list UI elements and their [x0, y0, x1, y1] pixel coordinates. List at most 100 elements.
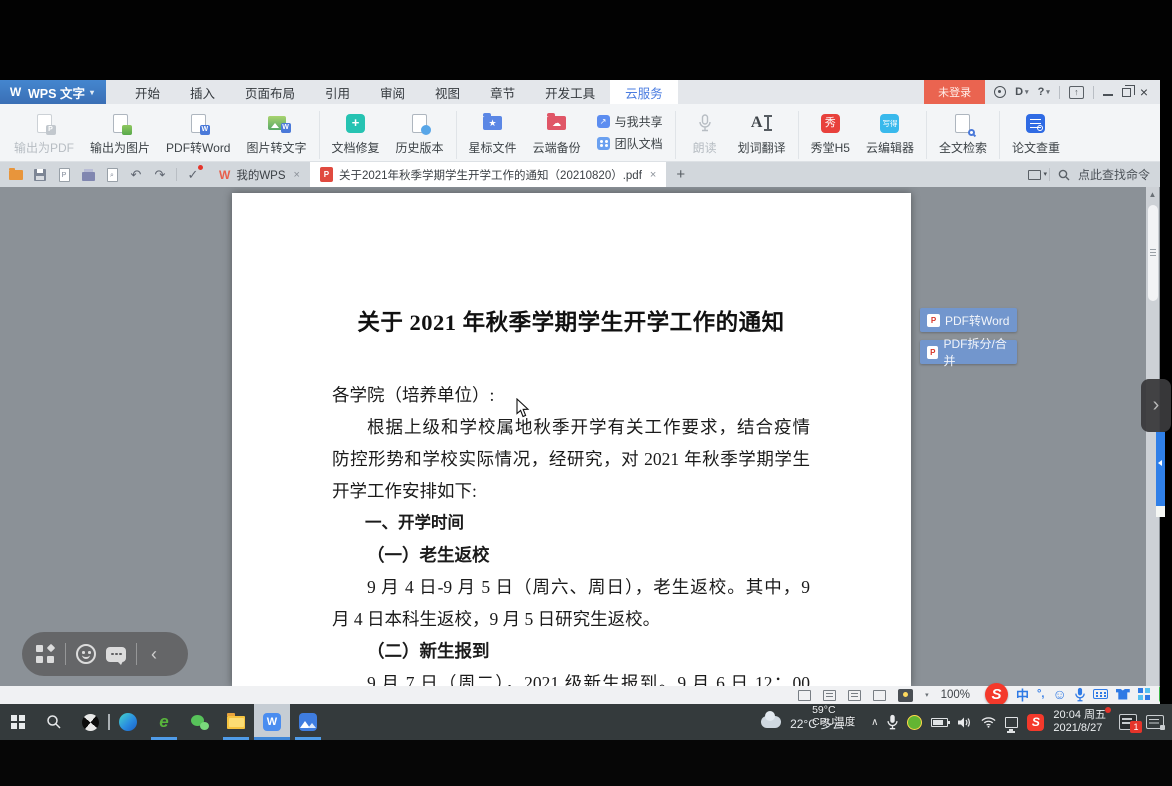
menu-tab-insert[interactable]: 插入: [175, 80, 230, 104]
display-icon[interactable]: [1005, 717, 1018, 728]
menu-tab-view[interactable]: 视图: [420, 80, 475, 104]
new-tab-button[interactable]: +: [666, 162, 695, 187]
export-pdf-quick-icon[interactable]: P: [56, 167, 72, 183]
action-center-icon[interactable]: [1146, 715, 1164, 729]
panel-collapse-button[interactable]: ›: [1141, 379, 1171, 432]
fit-page-icon[interactable]: [798, 690, 811, 701]
read-mode-icon[interactable]: [823, 690, 836, 701]
doc-heading: （二）新生报到: [332, 635, 810, 667]
page-layout-icon[interactable]: [873, 690, 886, 701]
taskbar-search-icon[interactable]: [36, 704, 72, 740]
menu-tab-page-layout[interactable]: 页面布局: [230, 80, 310, 104]
minimize-button[interactable]: [1103, 94, 1113, 96]
ribbon-doc-repair[interactable]: 文档修复: [324, 109, 388, 156]
help-button[interactable]: ?▾: [1038, 86, 1050, 98]
ribbon-starred-files[interactable]: 星标文件: [461, 109, 525, 156]
wps-app-menu[interactable]: WPS 文字 ▾: [0, 80, 106, 104]
find-command[interactable]: 点此查找命令: [1078, 166, 1150, 183]
theme-skin-button[interactable]: D▾: [1015, 86, 1028, 98]
document-tab-bar: P ⌕ ↶ ↷ ✓ W 我的WPS × 关于2021年秋季学期学生开学工作的通知…: [0, 162, 1160, 187]
edge-scroll-indicator[interactable]: [1156, 432, 1165, 506]
tab-my-wps[interactable]: W 我的WPS ×: [209, 162, 310, 187]
skin-icon[interactable]: [1116, 689, 1130, 700]
upload-icon[interactable]: ↑: [1069, 86, 1084, 99]
ribbon-full-text-search[interactable]: 全文检索: [931, 109, 995, 156]
ribbon-export-pdf[interactable]: 输出为PDF: [6, 109, 82, 156]
save-icon[interactable]: [32, 167, 48, 183]
print-icon[interactable]: [80, 167, 96, 183]
ribbon-team-docs[interactable]: 团队文档: [597, 135, 663, 152]
edge-browser-icon[interactable]: [110, 704, 146, 740]
ime-punctuation-toggle[interactable]: °,: [1037, 688, 1044, 700]
doc-line: 各学院（培养单位）:: [332, 379, 810, 411]
chat-bubble-icon[interactable]: [106, 647, 126, 662]
ink-cursor-icon[interactable]: ✓: [185, 167, 201, 183]
tray-microphone-icon[interactable]: [887, 714, 898, 730]
apps-grid-icon[interactable]: [36, 645, 55, 664]
ribbon-pdf-to-word[interactable]: PDF转Word: [158, 109, 238, 156]
voice-input-icon[interactable]: [1075, 687, 1085, 702]
emoji-icon[interactable]: ☺: [1052, 686, 1066, 702]
360-browser-icon[interactable]: e: [146, 704, 182, 740]
mountain-app-icon[interactable]: [290, 704, 326, 740]
hidden-icons-chevron[interactable]: ∧: [871, 717, 878, 728]
ribbon-history-version[interactable]: 历史版本: [388, 109, 452, 156]
outline-view-icon[interactable]: [848, 690, 861, 701]
ribbon-cloud-backup[interactable]: 云端备份: [525, 109, 589, 156]
wechat-icon[interactable]: [182, 704, 218, 740]
menu-tab-dev-tools[interactable]: 开发工具: [530, 80, 610, 104]
ribbon-shared-with-me[interactable]: 与我共享: [597, 113, 663, 130]
open-folder-icon[interactable]: [8, 167, 24, 183]
full-text-search-icon: [955, 112, 970, 134]
ribbon-export-image[interactable]: 输出为图片: [82, 109, 158, 156]
ribbon-cloud-editor[interactable]: 云编辑器: [858, 109, 922, 156]
close-button[interactable]: ×: [1140, 85, 1148, 99]
menu-tab-review[interactable]: 审阅: [365, 80, 420, 104]
ribbon-image-to-text[interactable]: 图片转文字: [239, 109, 315, 156]
tab-notice-pdf[interactable]: 关于2021年秋季学期学生开学工作的通知（20210820）.pdf ×: [310, 162, 666, 187]
pinwheel-app-icon[interactable]: [72, 704, 108, 740]
360-tray-icon[interactable]: [907, 715, 922, 730]
login-button[interactable]: 未登录: [924, 80, 985, 104]
ribbon-read-aloud[interactable]: 朗读: [680, 109, 730, 156]
ribbon-paper-check[interactable]: 论文查重: [1004, 109, 1068, 156]
restore-button[interactable]: [1122, 88, 1131, 97]
clock[interactable]: 20:04 周五 2021/8/27: [1053, 709, 1110, 735]
sogou-logo-icon[interactable]: S: [985, 683, 1008, 706]
smiley-reaction-icon[interactable]: [76, 644, 96, 664]
start-button[interactable]: [0, 704, 36, 740]
window-list-icon[interactable]: [1028, 170, 1041, 180]
ribbon-xiutang-h5[interactable]: 秀堂H5: [803, 109, 858, 156]
pdf-split-merge-button[interactable]: PDF拆分/合并: [920, 340, 1017, 364]
eye-protect-icon[interactable]: [898, 689, 913, 702]
notes-tray-icon[interactable]: 1: [1119, 714, 1137, 730]
toolbox-icon[interactable]: [1138, 688, 1151, 701]
zoom-level[interactable]: 100%: [941, 689, 970, 701]
keyboard-icon[interactable]: [1093, 689, 1108, 699]
close-tab-icon[interactable]: ×: [294, 169, 300, 181]
print-preview-icon[interactable]: ⌕: [104, 167, 120, 183]
feedback-icon[interactable]: [994, 86, 1006, 98]
ribbon-translate[interactable]: A 划词翻译: [730, 109, 794, 156]
menu-tab-reference[interactable]: 引用: [310, 80, 365, 104]
ime-language-toggle[interactable]: 中: [1016, 685, 1029, 704]
pdf-to-word-button[interactable]: PDF转Word: [920, 308, 1017, 332]
menu-tab-cloud-service[interactable]: 云服务: [610, 80, 678, 104]
menu-tab-home[interactable]: 开始: [120, 80, 175, 104]
file-explorer-icon[interactable]: [218, 704, 254, 740]
undo-icon[interactable]: ↶: [128, 167, 144, 183]
pdf-page[interactable]: 关于 2021 年秋季学期学生开学工作的通知 各学院（培养单位）: 根据上级和学…: [232, 193, 911, 686]
close-tab-icon[interactable]: ×: [650, 169, 656, 181]
menu-tab-section[interactable]: 章节: [475, 80, 530, 104]
chevron-left-icon[interactable]: ‹: [151, 644, 157, 665]
battery-icon[interactable]: [931, 718, 948, 727]
scrollbar-thumb[interactable]: [1148, 205, 1158, 301]
wps-taskbar-icon[interactable]: [254, 704, 290, 740]
divider: [1093, 86, 1094, 99]
weather-icon[interactable]: [761, 716, 781, 728]
scroll-up-arrow[interactable]: ▲: [1146, 187, 1159, 202]
sogou-tray-icon[interactable]: S: [1027, 714, 1044, 731]
volume-icon[interactable]: [957, 716, 972, 729]
redo-icon[interactable]: ↷: [152, 167, 168, 183]
network-icon[interactable]: [981, 716, 996, 728]
